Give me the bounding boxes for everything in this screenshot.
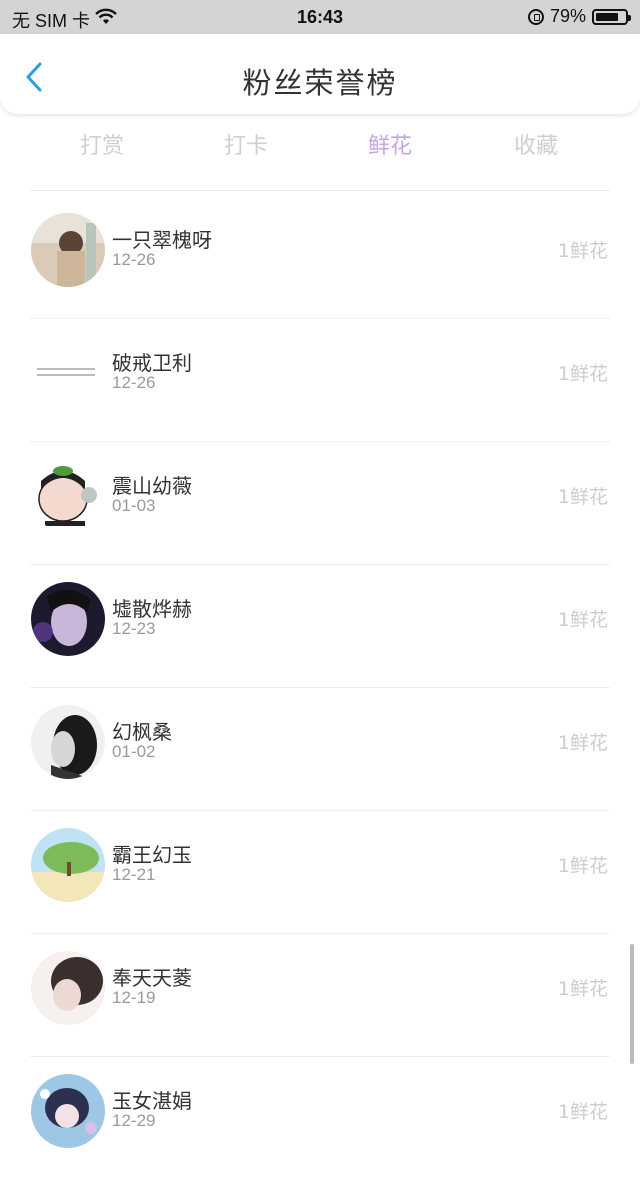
- flower-count: 1鲜花: [557, 1101, 608, 1123]
- tab-checkin[interactable]: 打卡: [186, 128, 306, 160]
- avatar: [31, 213, 105, 287]
- fan-date: 12-21: [112, 865, 156, 884]
- flower-count: 1鲜花: [557, 486, 608, 508]
- fan-date: 12-19: [112, 988, 156, 1007]
- fan-date: 12-26: [112, 250, 156, 269]
- tab-flowers[interactable]: 鲜花: [330, 128, 450, 160]
- list-item[interactable]: 震山幼薇 01-03 1鲜花: [0, 442, 640, 565]
- fan-date: 12-26: [112, 373, 156, 392]
- fan-date: 12-29: [112, 1111, 156, 1130]
- fan-name: 破戒卫利: [112, 351, 192, 375]
- tab-divider: [30, 190, 610, 191]
- page-title: 粉丝荣誉榜: [242, 66, 398, 100]
- fan-date: 01-03: [112, 496, 156, 515]
- list-item[interactable]: 奉天天菱 12-19 1鲜花: [0, 934, 640, 1057]
- scrollbar[interactable]: [630, 944, 634, 1064]
- list-item[interactable]: 一只翠槐呀 12-26 1鲜花: [0, 196, 640, 319]
- avatar: [31, 1074, 105, 1148]
- fan-name: 一只翠槐呀: [112, 228, 212, 252]
- flower-count: 1鲜花: [557, 978, 608, 1000]
- flower-count: 1鲜花: [557, 855, 608, 877]
- avatar: [31, 336, 105, 410]
- battery-percent: 79%: [549, 6, 586, 26]
- list-item[interactable]: 玉女湛娟 12-29 1鲜花: [0, 1057, 640, 1180]
- list-item[interactable]: 幻枫桑 01-02 1鲜花: [0, 688, 640, 811]
- avatar: [31, 459, 105, 533]
- flower-count: 1鲜花: [557, 732, 608, 754]
- list-item[interactable]: 破戒卫利 12-26 1鲜花: [0, 319, 640, 442]
- fan-date: 01-02: [112, 742, 156, 761]
- battery-icon: [592, 8, 631, 25]
- list-item[interactable]: 墟散烨赫 12-23 1鲜花: [0, 565, 640, 688]
- tab-bar: 打赏 打卡 鲜花 收藏: [0, 114, 640, 176]
- avatar: [31, 951, 105, 1025]
- avatar: [31, 705, 105, 779]
- fan-name: 玉女湛娟: [112, 1089, 192, 1113]
- tab-favorites[interactable]: 收藏: [476, 128, 596, 160]
- battery-fill: [596, 12, 619, 21]
- status-bar: 无 SIM 卡 16:43 79%: [0, 0, 640, 34]
- flower-count: 1鲜花: [557, 240, 608, 262]
- tab-reward[interactable]: 打赏: [42, 128, 162, 160]
- fan-name: 奉天天菱: [112, 966, 192, 990]
- fan-date: 12-23: [112, 619, 156, 638]
- avatar: [31, 582, 105, 656]
- flower-count: 1鲜花: [557, 363, 608, 385]
- list-item[interactable]: 霸王幻玉 12-21 1鲜花: [0, 811, 640, 934]
- fan-name: 幻枫桑: [112, 720, 172, 744]
- fan-name: 霸王幻玉: [112, 843, 192, 867]
- avatar: [31, 828, 105, 902]
- fan-name: 震山幼薇: [112, 474, 192, 498]
- rotation-lock-icon: [527, 8, 544, 25]
- fan-name: 墟散烨赫: [112, 597, 192, 621]
- status-right: 79%: [527, 6, 631, 27]
- flower-count: 1鲜花: [557, 609, 608, 631]
- nav-header: 粉丝荣誉榜: [0, 34, 640, 114]
